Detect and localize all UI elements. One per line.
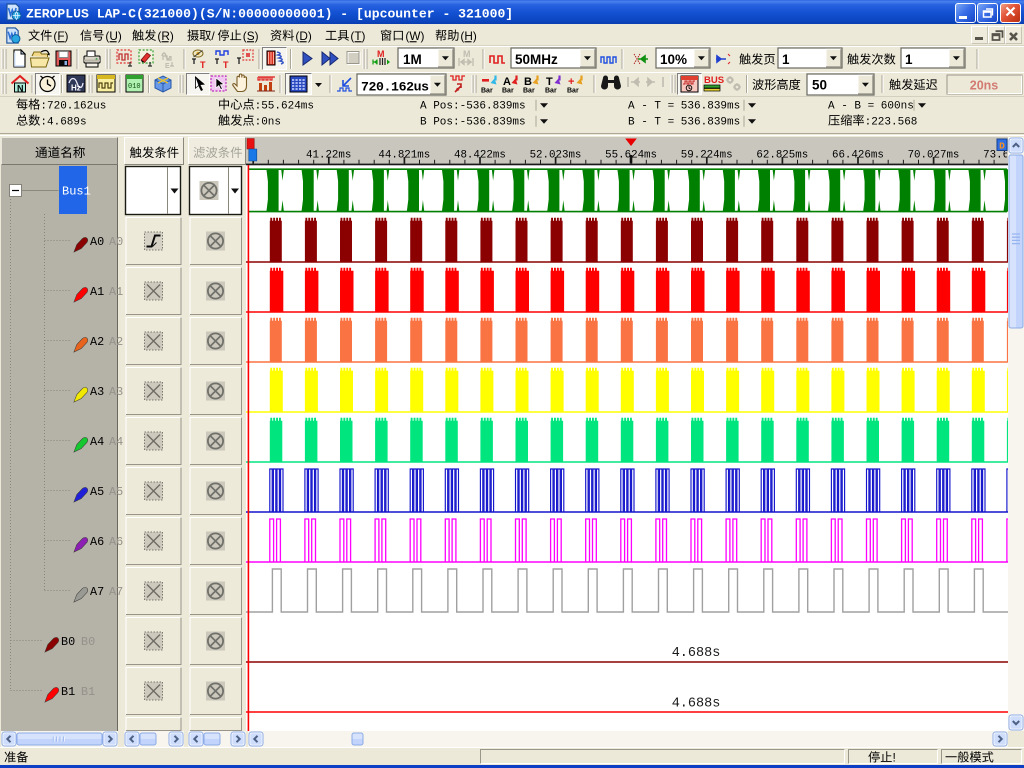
svg-text:A7: A7: [90, 585, 104, 599]
svg-text:B0: B0: [81, 635, 95, 649]
svg-text:B Pos:-536.839ms: B Pos:-536.839ms: [420, 117, 526, 129]
svg-text:A0: A0: [90, 235, 104, 249]
svg-text:D: D: [999, 140, 1005, 151]
svg-text:(S): (S): [243, 29, 259, 43]
svg-text:A0: A0: [109, 235, 123, 249]
svg-text:/: /: [211, 29, 215, 43]
svg-text:4.688s: 4.688s: [672, 646, 721, 661]
svg-text:B - T = 536.839ms: B - T = 536.839ms: [628, 117, 740, 129]
svg-text:B1: B1: [61, 685, 75, 699]
svg-text:(T): (T): [350, 29, 365, 43]
svg-text::223.568: :223.568: [865, 117, 918, 129]
svg-text:(D): (D): [295, 29, 311, 43]
svg-text::55.624ms: :55.624ms: [255, 101, 314, 113]
svg-text:A Pos:-536.839ms: A Pos:-536.839ms: [420, 101, 526, 113]
svg-text:50: 50: [812, 78, 827, 93]
svg-text:(H): (H): [460, 29, 476, 43]
svg-text:(U): (U): [105, 29, 121, 43]
svg-text::4.689s: :4.689s: [40, 117, 86, 129]
svg-text:50MHz: 50MHz: [515, 52, 558, 67]
svg-text:A5: A5: [109, 485, 123, 499]
svg-text:A3: A3: [109, 385, 123, 399]
svg-text:A1: A1: [90, 285, 104, 299]
svg-text:ZEROPLUS LAP-C(321000)(S/N:000: ZEROPLUS LAP-C(321000)(S/N:00000000001) …: [26, 6, 513, 21]
svg-text:!: !: [893, 751, 896, 765]
svg-text::720.162us: :720.162us: [40, 101, 106, 113]
svg-text:(F): (F): [53, 29, 68, 43]
svg-text:A6: A6: [90, 535, 104, 549]
svg-text:A6: A6: [109, 535, 123, 549]
svg-text:720.162us: 720.162us: [361, 80, 429, 95]
svg-text:20ns: 20ns: [970, 79, 999, 93]
svg-text:A2: A2: [90, 335, 104, 349]
svg-text:A - B = 600ns: A - B = 600ns: [828, 101, 914, 113]
svg-text:A4: A4: [109, 435, 123, 449]
svg-text:A1: A1: [109, 285, 123, 299]
svg-text:A4: A4: [90, 435, 104, 449]
svg-text:A3: A3: [90, 385, 104, 399]
svg-text:1: 1: [905, 52, 913, 67]
svg-text::0ns: :0ns: [255, 117, 281, 129]
svg-text:1: 1: [782, 52, 790, 67]
svg-text:A - T = 536.839ms: A - T = 536.839ms: [628, 101, 740, 113]
svg-text:A5: A5: [90, 485, 104, 499]
svg-text:Bus1: Bus1: [62, 185, 91, 199]
svg-text:B0: B0: [61, 635, 75, 649]
svg-text:(W): (W): [405, 29, 424, 43]
svg-text:B1: B1: [81, 685, 95, 699]
svg-text:A2: A2: [109, 335, 123, 349]
svg-text:1M: 1M: [403, 52, 422, 67]
svg-text:(R): (R): [157, 29, 173, 43]
svg-text:10%: 10%: [660, 52, 687, 67]
svg-text:A7: A7: [109, 585, 123, 599]
svg-text:4.688s: 4.688s: [672, 697, 721, 712]
